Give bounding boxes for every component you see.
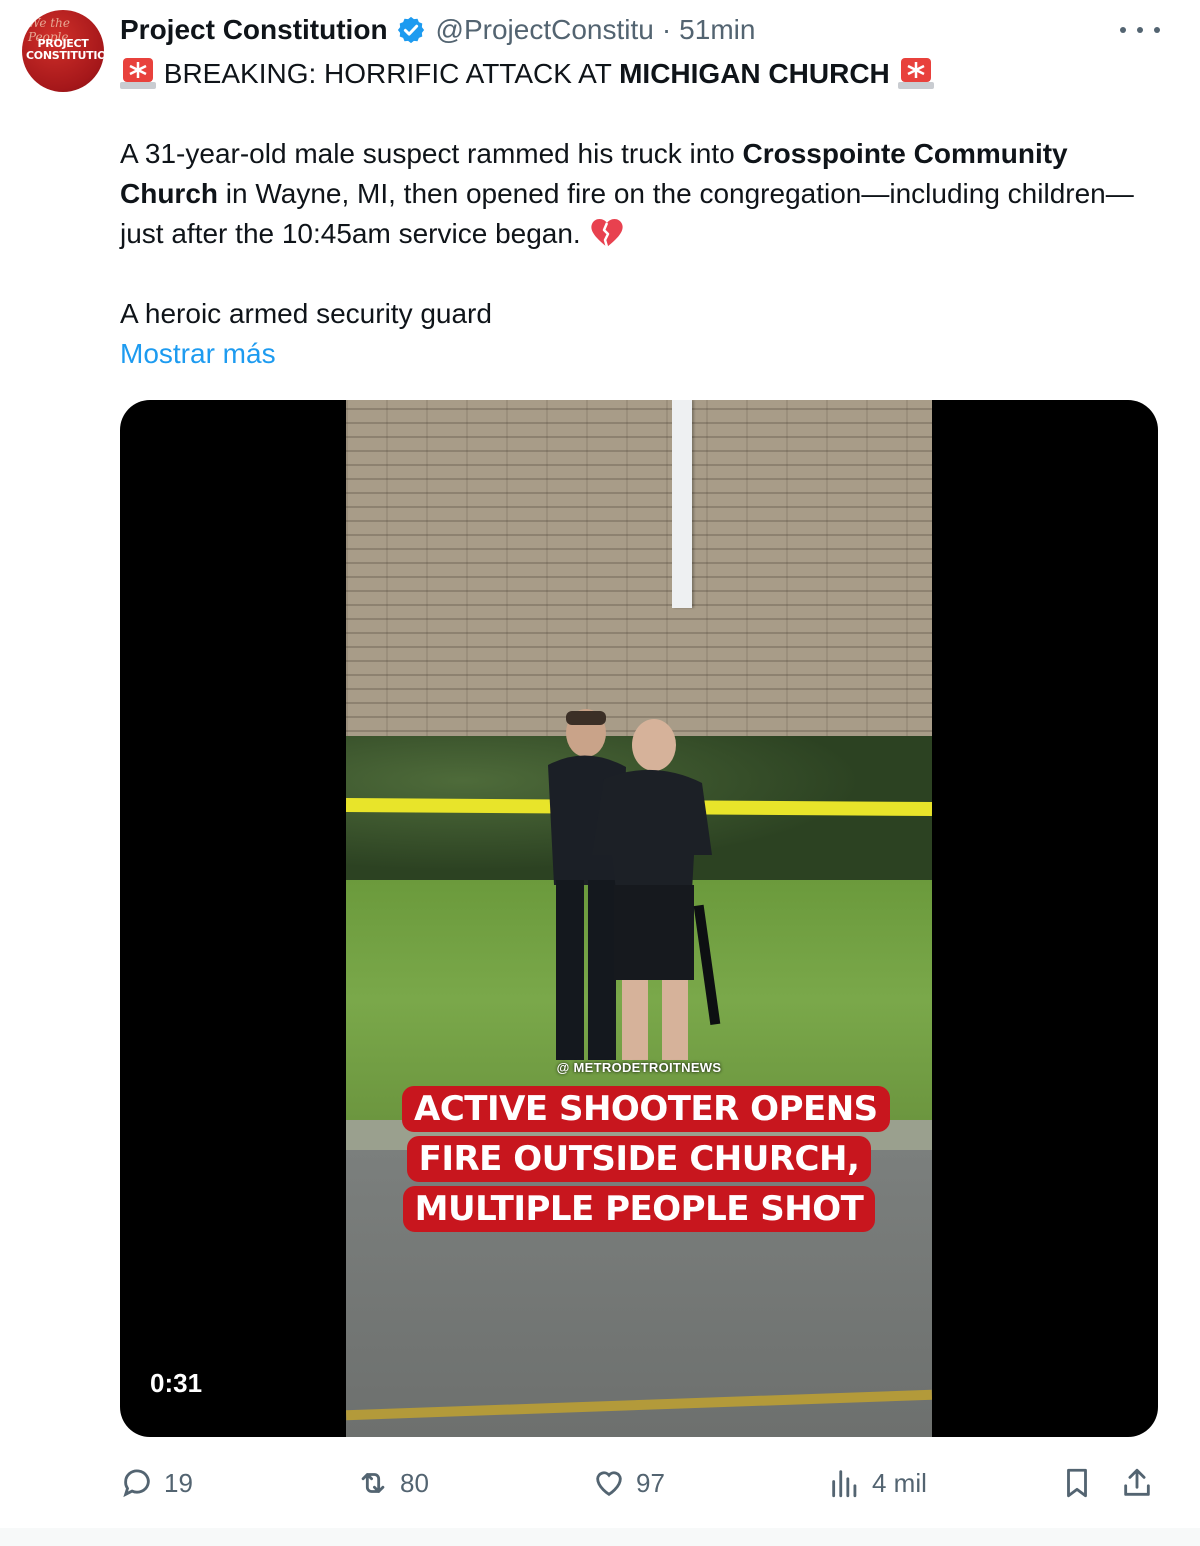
caption-line: ACTIVE SHOOTER OPENS <box>402 1086 890 1132</box>
share-button[interactable] <box>1120 1458 1164 1508</box>
caption-line: FIRE OUTSIDE CHURCH, <box>406 1136 872 1182</box>
para1-text-a: A 31-year-old male suspect rammed his tr… <box>120 138 743 169</box>
reply-icon <box>123 1469 150 1498</box>
video-duration: 0:31 <box>150 1368 203 1398</box>
church-cross <box>672 400 692 608</box>
caption-line: MULTIPLE PEOPLE SHOT <box>402 1186 876 1232</box>
repost-button[interactable]: 80 <box>356 1458 429 1508</box>
repost-count: 80 <box>400 1467 429 1498</box>
like-button[interactable]: 97 <box>592 1458 665 1508</box>
action-bar: 19 80 97 4 mil <box>120 1458 1160 1508</box>
video-player[interactable]: @ METRODETROITNEWS ACTIVE SHOOTER OPENS … <box>120 400 1158 1437</box>
verified-icon <box>396 15 426 45</box>
bookmark-button[interactable] <box>1060 1458 1104 1508</box>
para1-text-b: in Wayne, MI, then opened fire on the co… <box>120 178 1134 249</box>
separator-dot: · <box>661 14 672 45</box>
avatar[interactable]: We the People PROJECT CONSTITUTION <box>22 10 104 92</box>
officers-figure <box>548 709 721 1060</box>
tweet-text: BREAKING: HORRIFIC ATTACK AT MICHIGAN CH… <box>120 54 1160 374</box>
video-caption: ACTIVE SHOOTER OPENS FIRE OUTSIDE CHURCH… <box>402 1084 890 1234</box>
tweet-paragraph-1: A 31-year-old male suspect rammed his tr… <box>120 134 1160 254</box>
video-frame: @ METRODETROITNEWS ACTIVE SHOOTER OPENS … <box>346 400 932 1437</box>
video-watermark: @ METRODETROITNEWS <box>556 1060 722 1075</box>
siren-icon <box>120 56 156 90</box>
reply-button[interactable]: 19 <box>120 1458 193 1508</box>
broken-heart-icon <box>589 217 625 249</box>
author-handle[interactable]: @ProjectConstitu <box>436 14 654 46</box>
avatar-logo-text: PROJECT CONSTITUTION <box>26 37 104 62</box>
repost-icon <box>361 1473 385 1493</box>
more-icon[interactable] <box>1120 18 1160 42</box>
views-icon <box>832 1470 857 1498</box>
like-count: 97 <box>636 1467 665 1498</box>
views-button[interactable]: 4 mil <box>828 1458 927 1508</box>
show-more-link[interactable]: Mostrar más <box>120 334 1160 374</box>
reply-count: 19 <box>164 1467 193 1498</box>
bookmark-icon <box>1067 1468 1087 1498</box>
share-icon <box>1124 1468 1150 1496</box>
siren-icon <box>897 56 934 90</box>
tweet-headline: BREAKING: HORRIFIC ATTACK AT MICHIGAN CH… <box>120 54 1160 94</box>
author-name[interactable]: Project Constitution <box>120 14 388 46</box>
views-count: 4 mil <box>872 1467 927 1498</box>
tweet-timestamp[interactable]: 51min <box>679 14 755 46</box>
tweet-card[interactable]: We the People PROJECT CONSTITUTION Proje… <box>0 0 1200 1528</box>
tweet-header: Project Constitution @ProjectConstitu · … <box>120 10 755 50</box>
headline-bold: MICHIGAN CHURCH <box>619 58 890 89</box>
headline-text: BREAKING: HORRIFIC ATTACK AT <box>163 58 620 89</box>
tweet-paragraph-2: A heroic armed security guard <box>120 298 492 329</box>
like-icon <box>596 1471 622 1497</box>
